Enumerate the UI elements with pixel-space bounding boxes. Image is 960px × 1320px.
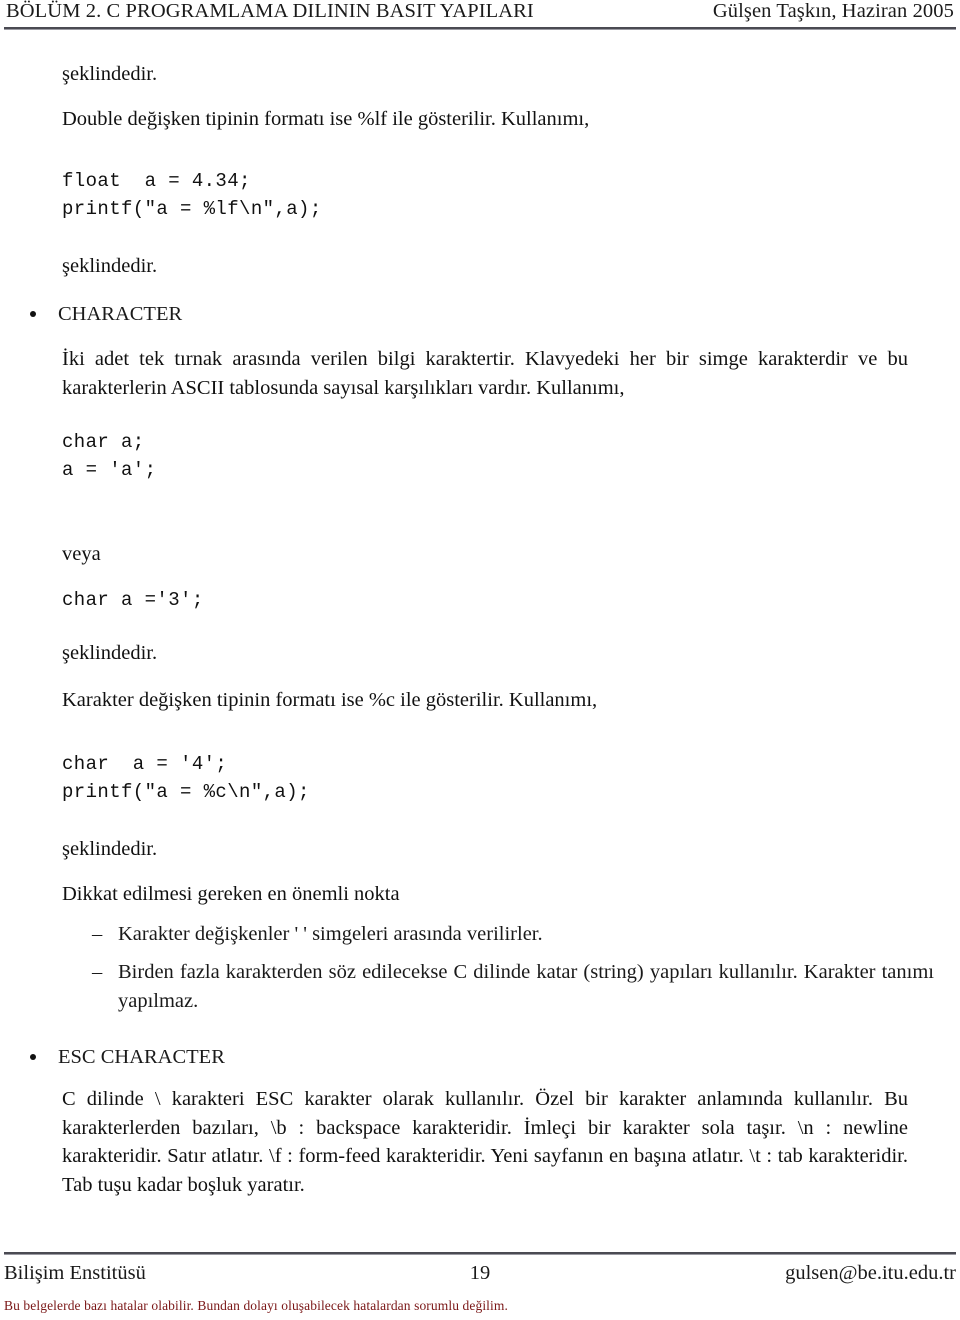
bullet-dot-icon xyxy=(30,1054,36,1060)
paragraph-dikkat-edilmesi: Dikkat edilmesi gereken en önemli nokta xyxy=(62,883,400,905)
page-footer: Bilişim Enstitüsü 19 gulsen@be.itu.edu.t… xyxy=(4,1262,956,1292)
paragraph-seklindedir-2: şeklindedir. xyxy=(62,255,158,277)
paragraph-seklindedir-4: şeklindedir. xyxy=(62,838,158,860)
footer-disclaimer: Bu belgelerde bazı hatalar olabilir. Bun… xyxy=(4,1298,508,1313)
code-block-char-a: char a; a = 'a'; xyxy=(62,431,157,481)
footer-email: gulsen@be.itu.edu.tr xyxy=(785,1262,956,1284)
paragraph-veya: veya xyxy=(62,543,101,565)
paragraph-seklindedir-3: şeklindedir. xyxy=(62,642,158,664)
document-page: BÖLÜM 2. C PROGRAMLAMA DILININ BASIT YAP… xyxy=(0,0,960,1320)
running-header-chapter-title: BÖLÜM 2. C PROGRAMLAMA DILININ BASIT YAP… xyxy=(6,0,534,22)
paragraph-esc-character-description: C dilinde \ karakteri ESC karakter olara… xyxy=(62,1088,908,1196)
footer-rule xyxy=(4,1252,956,1254)
header-rule xyxy=(4,27,956,29)
running-header: BÖLÜM 2. C PROGRAMLAMA DILININ BASIT YAP… xyxy=(0,0,960,30)
dash-mark-icon: – xyxy=(92,923,103,945)
bullet-dot-icon xyxy=(30,311,36,317)
paragraph-seklindedir-1: şeklindedir. xyxy=(62,63,158,85)
running-header-author-date: Gülşen Taşkın, Haziran 2005 xyxy=(712,0,954,22)
code-block-char-a-3: char a ='3'; xyxy=(62,589,204,611)
code-block-char-4-printf: char a = '4'; printf("a = %c\n",a); xyxy=(62,753,310,803)
paragraph-double-format: Double değişken tipinin formatı ise %lf … xyxy=(62,108,590,130)
footer-institute: Bilişim Enstitüsü xyxy=(4,1262,146,1284)
bullet-label-character: CHARACTER xyxy=(58,303,183,325)
dash-mark-icon: – xyxy=(92,961,103,983)
code-block-float-printf: float a = 4.34; printf("a = %lf\n",a); xyxy=(62,170,322,220)
bullet-label-esc-character: ESC CHARACTER xyxy=(58,1046,225,1068)
paragraph-character-description: İki adet tek tırnak arasında verilen bil… xyxy=(62,348,908,399)
dash-list-item-2-text: Birden fazla karakterden söz edilecekse … xyxy=(118,961,934,1012)
dash-list-item-1-text: Karakter değişkenler ' ' simgeleri arası… xyxy=(118,923,543,945)
paragraph-karakter-format: Karakter değişken tipinin formatı ise %c… xyxy=(62,689,598,711)
